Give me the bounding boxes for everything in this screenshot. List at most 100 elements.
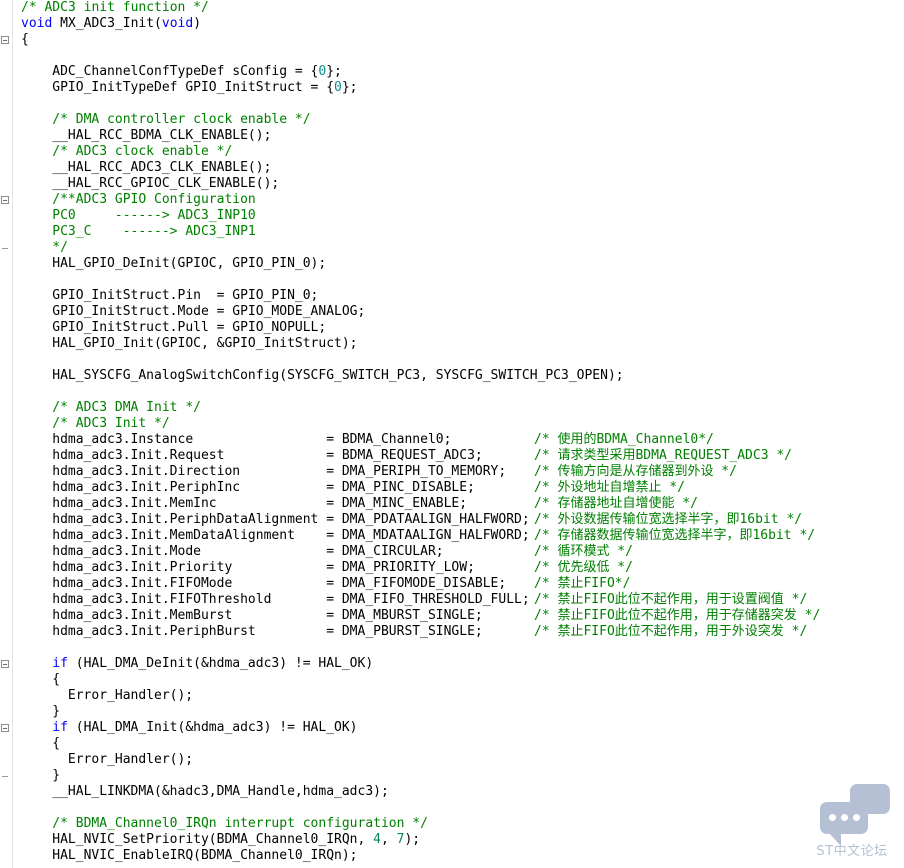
code-line: HAL_GPIO_Init(GPIOC, &GPIO_InitStruct); (52, 336, 357, 352)
code-token: /* ADC3 clock enable */ (52, 144, 233, 159)
code-line: /* ADC3 DMA Init */ (52, 400, 201, 416)
code-token: if (52, 656, 68, 671)
trailing-comment: /* 禁止FIFO此位不起作用，用于外设突发 */ (534, 624, 808, 639)
code-line: hdma_adc3.Instance = BDMA_Channel0; (52, 432, 451, 448)
code-line: GPIO_InitStruct.Pull = GPIO_NOPULL; (52, 320, 326, 336)
code-line: hdma_adc3.Init.PeriphInc = DMA_PINC_DISA… (52, 480, 475, 496)
code-token: HAL_SYSCFG_AnalogSwitchConfig(SYSCFG_SWI… (52, 368, 624, 383)
code-token: hdma_adc3.Init.Request = BDMA_REQUEST_AD… (52, 448, 483, 463)
fold-end-marker (2, 248, 8, 249)
fold-toggle-icon[interactable] (1, 36, 9, 44)
trailing-comment: /* 禁止FIFO此位不起作用，用于存储器突发 */ (534, 608, 821, 623)
code-token: __HAL_RCC_ADC3_CLK_ENABLE(); (52, 160, 272, 175)
code-line: /* ADC3 init function */ (21, 0, 209, 16)
code-token: /* DMA controller clock enable */ (52, 112, 311, 127)
code-token: /**ADC3 GPIO Configuration (52, 192, 256, 207)
code-line: { (52, 736, 60, 752)
code-token: 0 (334, 80, 342, 95)
code-line: HAL_SYSCFG_AnalogSwitchConfig(SYSCFG_SWI… (52, 368, 623, 384)
code-token: */ (52, 240, 68, 255)
code-line: __HAL_RCC_ADC3_CLK_ENABLE(); (52, 160, 271, 176)
code-token: } (52, 768, 61, 783)
code-line: } (52, 704, 60, 720)
code-token: hdma_adc3.Init.PeriphBurst = DMA_PBURST_… (52, 624, 483, 639)
code-token: Error_Handler(); (67, 688, 194, 703)
code-line: if (HAL_DMA_Init(&hdma_adc3) != HAL_OK) (52, 720, 357, 736)
code-line: { (52, 672, 60, 688)
code-token: hdma_adc3.Init.PeriphInc = DMA_PINC_DISA… (52, 480, 475, 495)
fold-end-marker (2, 776, 8, 777)
code-line: GPIO_InitTypeDef GPIO_InitStruct = {0}; (52, 80, 357, 96)
code-token: void (21, 16, 53, 31)
trailing-comment: /* 禁止FIFO此位不起作用，用于设置阀值 */ (534, 592, 808, 607)
trailing-comment: /* 外设地址自增禁止 */ (534, 480, 685, 495)
code-line: if (HAL_DMA_DeInit(&hdma_adc3) != HAL_OK… (52, 656, 373, 672)
code-line: /**ADC3 GPIO Configuration (52, 192, 256, 208)
fold-toggle-icon[interactable] (1, 196, 9, 204)
fold-toggle-icon[interactable] (1, 724, 9, 732)
code-token: hdma_adc3.Init.FIFOMode = DMA_FIFOMODE_D… (52, 576, 507, 591)
code-line: hdma_adc3.Init.Priority = DMA_PRIORITY_L… (52, 560, 475, 576)
code-token: hdma_adc3.Init.MemInc = DMA_MINC_ENABLE; (52, 496, 468, 511)
trailing-comment: /* 使用的BDMA_Channel0*/ (534, 432, 714, 447)
code-line: { (21, 32, 29, 48)
code-token: HAL_GPIO_DeInit(GPIOC, GPIO_PIN_0); (52, 256, 327, 271)
code-token: } (52, 704, 61, 719)
code-token: { (52, 736, 61, 751)
code-line: hdma_adc3.Init.FIFOMode = DMA_FIFOMODE_D… (52, 576, 506, 592)
code-token: hdma_adc3.Init.Priority = DMA_PRIORITY_L… (52, 560, 475, 575)
code-line: /* BDMA_Channel0_IRQn interrupt configur… (52, 816, 428, 832)
code-line: Error_Handler(); (68, 688, 193, 704)
trailing-comment: /* 禁止FIFO*/ (534, 576, 631, 591)
code-line: HAL_NVIC_SetPriority(BDMA_Channel0_IRQn,… (52, 832, 420, 848)
code-line: hdma_adc3.Init.MemInc = DMA_MINC_ENABLE; (52, 496, 467, 512)
trailing-comment: /* 优先级低 */ (534, 560, 633, 575)
fold-gutter[interactable] (0, 0, 13, 868)
code-editor[interactable]: /* ADC3 init function */void MX_ADC3_Ini… (0, 0, 904, 868)
code-token: GPIO_InitStruct.Pull = GPIO_NOPULL; (52, 320, 327, 335)
code-token: 4 (373, 832, 381, 847)
code-line: HAL_GPIO_DeInit(GPIOC, GPIO_PIN_0); (52, 256, 326, 272)
code-token: (HAL_DMA_DeInit(&hdma_adc3) != HAL_OK) (67, 656, 374, 671)
code-token: /* ADC3 Init */ (52, 416, 170, 431)
code-line: hdma_adc3.Init.MemDataAlignment = DMA_MD… (52, 528, 529, 544)
code-token: if (52, 720, 68, 735)
code-line: __HAL_LINKDMA(&hadc3,DMA_Handle,hdma_adc… (52, 784, 389, 800)
code-token: Error_Handler(); (67, 752, 194, 767)
code-token: GPIO_InitTypeDef GPIO_InitStruct = { (52, 80, 335, 95)
code-line: /* ADC3 Init */ (52, 416, 169, 432)
code-line: hdma_adc3.Init.Request = BDMA_REQUEST_AD… (52, 448, 482, 464)
trailing-comment: /* 外设数据传输位宽选择半字，即16bit */ (534, 512, 803, 527)
code-area[interactable]: /* ADC3 init function */void MX_ADC3_Ini… (13, 0, 904, 868)
code-line: void MX_ADC3_Init(void) (21, 16, 201, 32)
code-token: , (381, 832, 397, 847)
trailing-comment: /* 请求类型采用BDMA_REQUEST_ADC3 */ (534, 448, 793, 463)
code-line: /* DMA controller clock enable */ (52, 112, 310, 128)
code-line: GPIO_InitStruct.Pin = GPIO_PIN_0; (52, 288, 318, 304)
trailing-comment: /* 传输方向是从存储器到外设 */ (534, 464, 737, 479)
code-token: ); (404, 832, 421, 847)
code-line: hdma_adc3.Init.PeriphBurst = DMA_PBURST_… (52, 624, 482, 640)
code-token: hdma_adc3.Init.MemDataAlignment = DMA_MD… (52, 528, 530, 543)
code-line: hdma_adc3.Init.FIFOThreshold = DMA_FIFO_… (52, 592, 529, 608)
code-token: /* ADC3 init function */ (21, 0, 209, 15)
code-token: __HAL_RCC_GPIOC_CLK_ENABLE(); (52, 176, 280, 191)
code-token: HAL_NVIC_SetPriority(BDMA_Channel0_IRQn, (52, 832, 374, 847)
code-token: }; (326, 64, 342, 79)
code-line: GPIO_InitStruct.Mode = GPIO_MODE_ANALOG; (52, 304, 365, 320)
code-line: HAL_NVIC_EnableIRQ(BDMA_Channel0_IRQn); (52, 848, 357, 864)
code-token: { (21, 32, 29, 47)
code-line: ADC_ChannelConfTypeDef sConfig = {0}; (52, 64, 342, 80)
code-token: hdma_adc3.Init.FIFOThreshold = DMA_FIFO_… (52, 592, 530, 607)
code-line: */ (52, 240, 68, 256)
trailing-comment: /* 存储器地址自增使能 */ (534, 496, 698, 511)
code-line: __HAL_RCC_GPIOC_CLK_ENABLE(); (52, 176, 279, 192)
code-token: ADC_ChannelConfTypeDef sConfig = { (52, 64, 319, 79)
fold-toggle-icon[interactable] (1, 660, 9, 668)
trailing-comment: /* 循环模式 */ (534, 544, 633, 559)
code-line: hdma_adc3.Init.MemBurst = DMA_MBURST_SIN… (52, 608, 482, 624)
code-token: ) (193, 16, 202, 31)
code-token: }; (341, 80, 358, 95)
code-token: void (161, 16, 194, 31)
code-token: GPIO_InitStruct.Mode = GPIO_MODE_ANALOG; (52, 304, 366, 319)
